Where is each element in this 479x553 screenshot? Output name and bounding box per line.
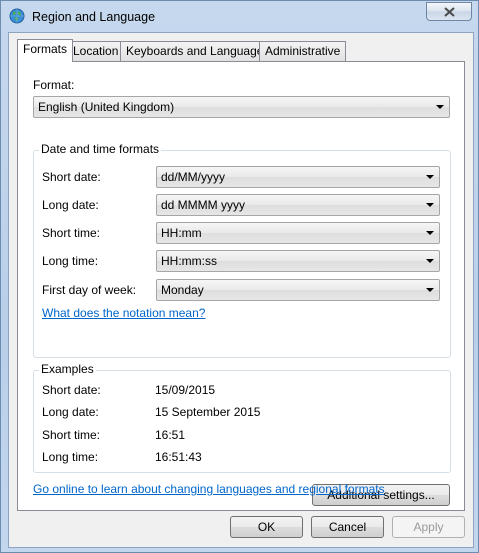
long-time-value: HH:mm:ss xyxy=(161,254,217,268)
window-title: Region and Language xyxy=(32,10,156,24)
tab-keyboards-and-languages[interactable]: Keyboards and Languages xyxy=(120,41,276,61)
short-date-value: dd/MM/yyyy xyxy=(161,170,226,184)
chevron-down-icon xyxy=(426,231,434,235)
long-time-label: Long time: xyxy=(42,254,99,268)
example-long-time-label: Long time: xyxy=(42,450,99,464)
long-time-select[interactable]: HH:mm:ss xyxy=(156,250,440,272)
chevron-down-icon xyxy=(426,259,434,263)
format-label: Format: xyxy=(33,78,75,92)
globe-icon xyxy=(9,8,25,24)
first-day-of-week-value: Monday xyxy=(161,283,204,297)
region-language-dialog: Region and Language Formats Location Key… xyxy=(0,0,479,553)
long-date-select[interactable]: dd MMMM yyyy xyxy=(156,194,440,216)
examples-group: Examples Short date: 15/09/2015 Long dat… xyxy=(33,362,451,473)
example-short-time-label: Short time: xyxy=(42,428,101,442)
tab-administrative[interactable]: Administrative xyxy=(259,41,347,61)
chevron-down-icon xyxy=(426,175,434,179)
notation-help-link[interactable]: What does the notation mean? xyxy=(42,306,205,320)
format-value: English (United Kingdom) xyxy=(38,100,175,114)
close-icon xyxy=(444,7,455,17)
ok-button[interactable]: OK xyxy=(230,516,303,538)
short-time-label: Short time: xyxy=(42,226,101,240)
short-date-select[interactable]: dd/MM/yyyy xyxy=(156,166,440,188)
short-date-label: Short date: xyxy=(42,170,101,184)
example-long-date-label: Long date: xyxy=(42,405,99,419)
format-select[interactable]: English (United Kingdom) xyxy=(33,96,450,118)
long-date-value: dd MMMM yyyy xyxy=(161,198,245,212)
online-regional-formats-link[interactable]: Go online to learn about changing langua… xyxy=(33,482,385,496)
close-button[interactable] xyxy=(426,2,472,21)
chevron-down-icon xyxy=(436,105,444,109)
chevron-down-icon xyxy=(426,203,434,207)
first-day-of-week-label: First day of week: xyxy=(42,283,137,297)
first-day-of-week-select[interactable]: Monday xyxy=(156,279,440,301)
cancel-button[interactable]: Cancel xyxy=(311,516,384,538)
tab-location[interactable]: Location xyxy=(67,41,125,61)
tab-formats[interactable]: Formats xyxy=(17,39,74,62)
formats-panel: Format: English (United Kingdom) Date an… xyxy=(17,61,465,511)
apply-button[interactable]: Apply xyxy=(392,516,465,538)
example-short-time-value: 16:51 xyxy=(155,428,186,442)
example-short-date-label: Short date: xyxy=(42,383,101,397)
long-date-label: Long date: xyxy=(42,198,99,212)
chevron-down-icon xyxy=(426,288,434,292)
short-time-value: HH:mm xyxy=(161,226,202,240)
example-long-time-value: 16:51:43 xyxy=(155,450,202,464)
example-long-date-value: 15 September 2015 xyxy=(155,405,261,419)
date-time-formats-group: Date and time formats Short date: dd/MM/… xyxy=(33,142,451,358)
dialog-client-area: Formats Location Keyboards and Languages… xyxy=(8,32,474,548)
examples-title: Examples xyxy=(39,362,96,376)
title-bar[interactable]: Region and Language xyxy=(1,1,478,33)
date-time-formats-title: Date and time formats xyxy=(39,142,162,156)
example-short-date-value: 15/09/2015 xyxy=(155,383,216,397)
short-time-select[interactable]: HH:mm xyxy=(156,222,440,244)
